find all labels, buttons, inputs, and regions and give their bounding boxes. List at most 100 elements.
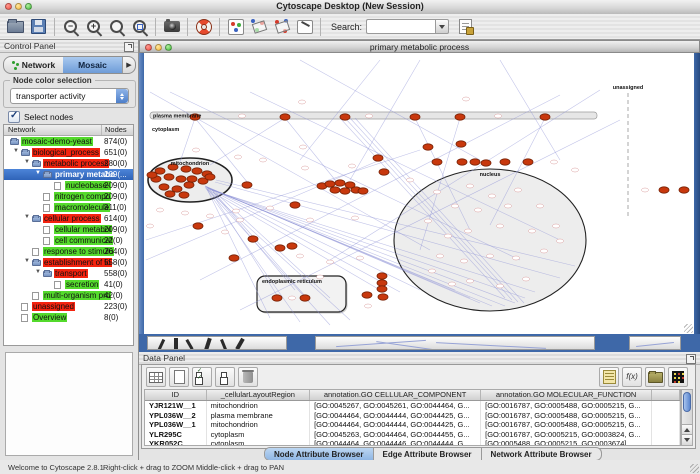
network-node[interactable]	[352, 216, 359, 220]
zoom-selected-button[interactable]	[128, 16, 151, 37]
layout-degree-button[interactable]	[270, 16, 293, 37]
network-node[interactable]	[495, 114, 502, 118]
network-node[interactable]	[373, 155, 383, 161]
help-lifesaver-button[interactable]	[192, 16, 215, 37]
network-overview-box[interactable]	[5, 352, 133, 456]
network-node[interactable]	[280, 114, 290, 120]
network-node[interactable]	[193, 148, 200, 152]
hidden-window-2[interactable]	[315, 336, 595, 350]
tree-row-nucleobase-[interactable]: nucleobase-209(0)	[4, 180, 133, 191]
network-node[interactable]	[237, 218, 244, 222]
network-node[interactable]	[445, 234, 452, 238]
network-node[interactable]	[362, 292, 372, 298]
tree-expand-icon[interactable]: ▼	[35, 170, 41, 176]
network-node[interactable]	[540, 114, 550, 120]
network-node[interactable]	[164, 174, 174, 180]
network-node[interactable]	[455, 114, 465, 120]
network-edge[interactable]	[180, 118, 195, 162]
network-node[interactable]	[467, 279, 474, 283]
network-view-titlebar[interactable]: primary metabolic process	[139, 40, 700, 53]
tab-node-attribute-browser[interactable]: Node Attribute Browser	[265, 448, 374, 460]
table-row-YLR295C[interactable]: YLR295Ccytoplasm[GO:0045263, GO:0044464,…	[145, 430, 680, 440]
network-node[interactable]	[659, 187, 669, 193]
network-node[interactable]	[147, 172, 157, 178]
network-edge[interactable]	[300, 60, 480, 160]
network-node[interactable]	[340, 188, 350, 194]
network-node[interactable]	[425, 219, 432, 223]
network-node[interactable]	[497, 284, 504, 288]
tree-row-biological-process[interactable]: ▼biological_process651(0)	[4, 147, 133, 158]
tab-edge-attribute-browser[interactable]: Edge Attribute Browser	[374, 448, 482, 460]
network-tree-header[interactable]: Network Nodes	[4, 125, 133, 136]
table-header-annotation.GO MOLECULAR_FUNCTION[interactable]: annotation.GO MOLECULAR_FUNCTION	[481, 390, 652, 400]
network-node[interactable]	[182, 211, 189, 215]
network-node[interactable]	[335, 180, 345, 186]
tree-row-unassigned[interactable]: unassigned223(0)	[4, 301, 133, 312]
network-canvas[interactable]: plasma membranecytoplasmmitochondrionnuc…	[144, 53, 694, 334]
heatmap-button[interactable]	[668, 367, 688, 387]
network-node[interactable]	[275, 245, 285, 251]
network-node[interactable]	[481, 160, 491, 166]
network-node[interactable]	[379, 169, 389, 175]
zoom-in-button[interactable]: +	[82, 16, 105, 37]
tree-expand-icon[interactable]: ▼	[13, 148, 19, 154]
network-node[interactable]	[437, 254, 444, 258]
table-header-annotation.GO CELLULAR_COMPONENT[interactable]: annotation.GO CELLULAR_COMPONENT	[310, 390, 481, 400]
new-attr-button[interactable]	[169, 367, 189, 387]
tab-overflow-button[interactable]: ▶	[122, 57, 135, 73]
zoom-out-button[interactable]: −	[59, 16, 82, 37]
app-resize-grip[interactable]	[690, 464, 699, 473]
select-nodes-checkbox-row[interactable]: Select nodes	[8, 111, 73, 123]
scroll-down-button[interactable]	[682, 434, 692, 445]
network-node[interactable]	[679, 187, 689, 193]
network-node[interactable]	[432, 159, 442, 165]
network-node[interactable]	[325, 181, 335, 187]
tree-row-multi-organism-pro[interactable]: multi-organism pro42(0)	[4, 290, 133, 301]
float-panel-icon[interactable]	[686, 354, 696, 364]
network-edge[interactable]	[500, 60, 560, 160]
table-header-ID[interactable]: ID	[145, 390, 207, 400]
network-node[interactable]	[537, 204, 544, 208]
network-node[interactable]	[222, 230, 229, 234]
select-nodes-checkbox[interactable]	[8, 111, 20, 123]
network-node[interactable]	[176, 176, 186, 182]
network-edge[interactable]	[205, 187, 300, 322]
network-node[interactable]	[307, 218, 314, 222]
network-node[interactable]	[297, 254, 304, 258]
network-node[interactable]	[242, 182, 252, 188]
tree-row-response-to-stimulu[interactable]: response to stimulu264(0)	[4, 246, 133, 257]
checklist-small-button[interactable]	[215, 367, 235, 387]
network-node[interactable]	[557, 239, 564, 243]
tab-mosaic[interactable]: Mosaic	[63, 57, 122, 73]
network-node[interactable]	[489, 194, 496, 198]
tree-row-transport[interactable]: ▼transport558(0)	[4, 268, 133, 279]
table-header-_cellularLayoutRegion[interactable]: _cellularLayoutRegion	[207, 390, 310, 400]
network-node[interactable]	[267, 206, 274, 210]
node-color-dropdown[interactable]: transporter activity	[10, 88, 129, 104]
network-node[interactable]	[461, 259, 468, 263]
network-node[interactable]	[165, 191, 175, 197]
network-node[interactable]	[233, 209, 240, 213]
network-node[interactable]	[302, 166, 309, 170]
network-node[interactable]	[330, 187, 340, 193]
control-panel-header[interactable]: Control Panel	[0, 40, 138, 53]
network-node[interactable]	[184, 182, 194, 188]
network-node[interactable]	[229, 255, 239, 261]
network-node[interactable]	[366, 114, 373, 118]
network-node[interactable]	[423, 144, 433, 150]
network-node[interactable]	[551, 160, 558, 164]
tree-row-cellular-process[interactable]: ▼cellular process614(0)	[4, 213, 133, 224]
tree-row-metabolic-process[interactable]: ▼metabolic process280(0)	[4, 158, 133, 169]
float-panel-icon[interactable]	[124, 42, 134, 52]
tree-row-primary-metabo[interactable]: ▼primary metabo209(...	[4, 169, 133, 180]
network-node[interactable]	[523, 277, 530, 281]
tree-row-overview[interactable]: Overview8(0)	[4, 312, 133, 323]
network-node[interactable]	[349, 164, 356, 168]
network-node[interactable]	[470, 159, 480, 165]
annotation-select-button[interactable]	[293, 16, 316, 37]
formula-button[interactable]: f(x)	[622, 367, 642, 387]
table-row-YPL036W__2[interactable]: YPL036W__2plasma membrane[GO:0044464, GO…	[145, 411, 680, 421]
network-node[interactable]	[157, 208, 164, 212]
table-row-YPL036W__1[interactable]: YPL036W__1mitochondrion[GO:0044464, GO:0…	[145, 420, 680, 430]
network-node[interactable]	[377, 280, 387, 286]
